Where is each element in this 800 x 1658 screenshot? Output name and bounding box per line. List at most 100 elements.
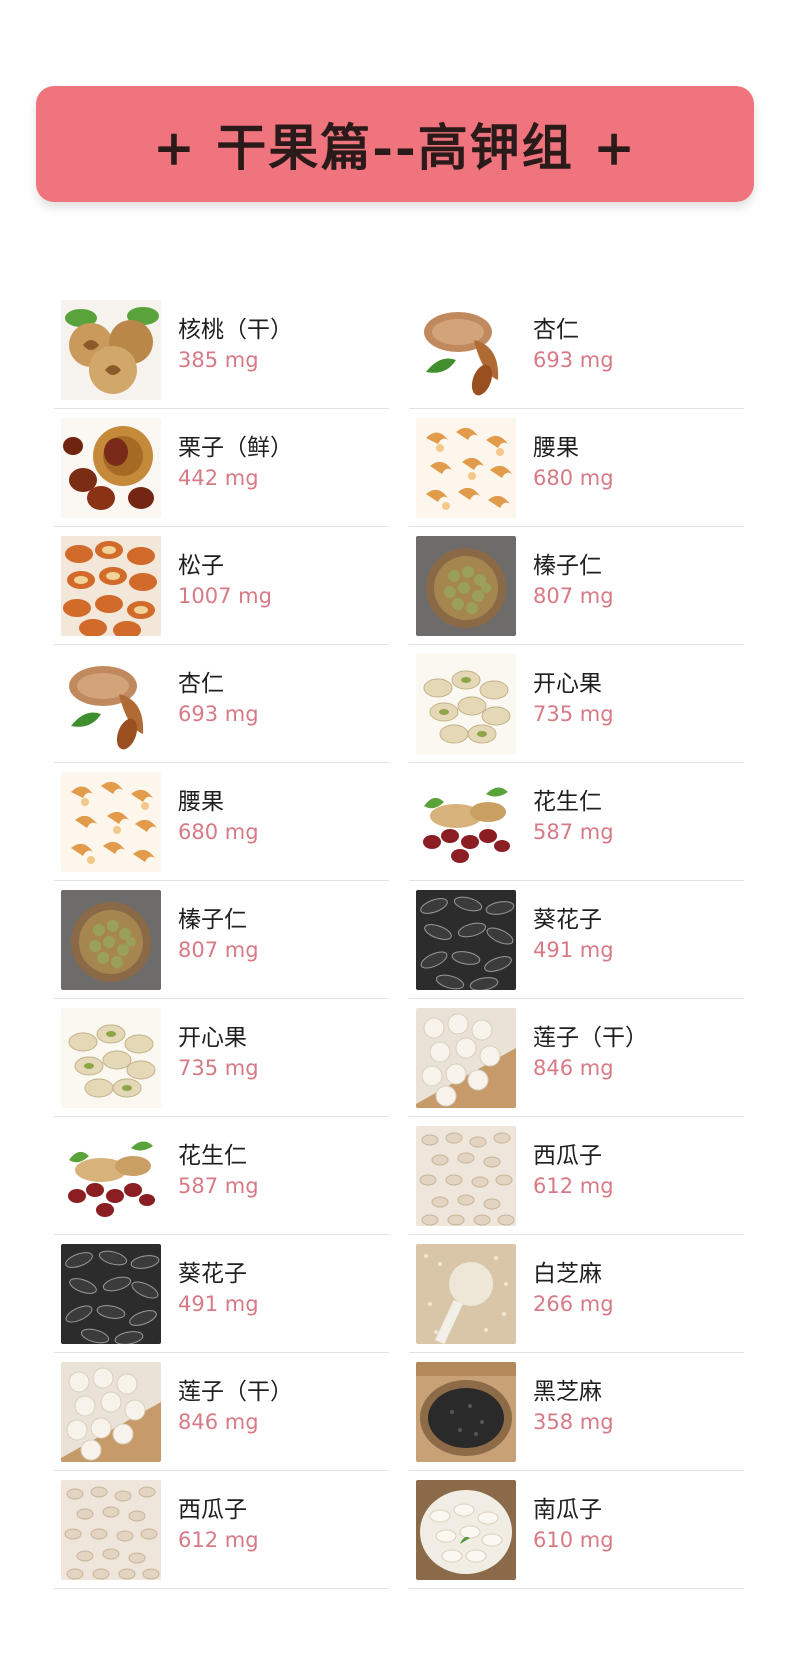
- list-item: 西瓜子 612 mg: [409, 1118, 744, 1235]
- item-name: 开心果: [533, 671, 602, 697]
- grid-row: 花生仁 587 mg 西瓜子 612 mg: [54, 1118, 744, 1236]
- item-name: 榛子仁: [178, 907, 247, 933]
- grid-row: 莲子（干） 846 mg 黑芝麻 358 mg: [54, 1354, 744, 1472]
- list-item: 西瓜子 612 mg: [54, 1472, 389, 1589]
- chestnut-icon: [61, 418, 161, 518]
- item-amount: 846 mg: [533, 1056, 614, 1080]
- lotus-seed-icon: [61, 1362, 161, 1462]
- peanut-icon: [416, 772, 516, 872]
- title-banner: + 干果篇--高钾组 +: [36, 86, 754, 202]
- item-name: 葵花子: [533, 907, 602, 933]
- list-item: 葵花子 491 mg: [409, 882, 744, 999]
- item-name: 葵花子: [178, 1261, 247, 1287]
- item-name: 杏仁: [533, 317, 579, 343]
- item-amount: 610 mg: [533, 1528, 614, 1552]
- item-amount: 358 mg: [533, 1410, 614, 1434]
- list-item: 莲子（干） 846 mg: [54, 1354, 389, 1471]
- grid-row: 葵花子 491 mg 白芝麻 266 mg: [54, 1236, 744, 1354]
- list-item: 榛子仁 807 mg: [409, 528, 744, 645]
- item-name: 松子: [178, 553, 224, 579]
- list-item: 榛子仁 807 mg: [54, 882, 389, 999]
- item-amount: 693 mg: [533, 348, 614, 372]
- item-name: 西瓜子: [533, 1143, 602, 1169]
- list-item: 白芝麻 266 mg: [409, 1236, 744, 1353]
- grid-row: 腰果 680 mg 花生仁 587 mg: [54, 764, 744, 882]
- peanut-icon: [61, 1126, 161, 1226]
- list-item: 杏仁 693 mg: [54, 646, 389, 763]
- item-amount: 807 mg: [533, 584, 614, 608]
- item-amount: 693 mg: [178, 702, 259, 726]
- item-amount: 735 mg: [533, 702, 614, 726]
- list-item: 莲子（干） 846 mg: [409, 1000, 744, 1117]
- cashew-icon: [416, 418, 516, 518]
- hazelnut-icon: [416, 536, 516, 636]
- list-item: 杏仁 693 mg: [409, 292, 744, 409]
- item-amount: 735 mg: [178, 1056, 259, 1080]
- pumpkin-seed-icon: [416, 1480, 516, 1580]
- watermelon-seed-icon: [416, 1126, 516, 1226]
- item-name: 花生仁: [178, 1143, 247, 1169]
- item-name: 杏仁: [178, 671, 224, 697]
- watermelon-seed-icon: [61, 1480, 161, 1580]
- page: + 干果篇--高钾组 + 核桃（干） 385 mg 杏仁 693 mg 栗子（鲜…: [0, 0, 800, 1658]
- item-amount: 846 mg: [178, 1410, 259, 1434]
- walnut-icon: [61, 300, 161, 400]
- pistachio-icon: [61, 1008, 161, 1108]
- item-name: 腰果: [533, 435, 579, 461]
- grid-row: 开心果 735 mg 莲子（干） 846 mg: [54, 1000, 744, 1118]
- list-item: 腰果 680 mg: [409, 410, 744, 527]
- hazelnut-icon: [61, 890, 161, 990]
- item-amount: 266 mg: [533, 1292, 614, 1316]
- item-amount: 442 mg: [178, 466, 259, 490]
- black-sesame-icon: [416, 1362, 516, 1462]
- pine-nut-icon: [61, 536, 161, 636]
- grid-row: 核桃（干） 385 mg 杏仁 693 mg: [54, 292, 744, 410]
- item-name: 南瓜子: [533, 1497, 602, 1523]
- item-name: 花生仁: [533, 789, 602, 815]
- item-amount: 680 mg: [533, 466, 614, 490]
- list-item: 开心果 735 mg: [409, 646, 744, 763]
- list-item: 核桃（干） 385 mg: [54, 292, 389, 409]
- item-name: 黑芝麻: [533, 1379, 602, 1405]
- sunflower-seed-icon: [61, 1244, 161, 1344]
- grid-row: 松子 1007 mg 榛子仁 807 mg: [54, 528, 744, 646]
- item-amount: 612 mg: [533, 1174, 614, 1198]
- item-amount: 491 mg: [533, 938, 614, 962]
- item-amount: 385 mg: [178, 348, 259, 372]
- item-name: 莲子（干）: [178, 1379, 293, 1405]
- almond-icon: [416, 300, 516, 400]
- lotus-seed-icon: [416, 1008, 516, 1108]
- nut-grid: 核桃（干） 385 mg 杏仁 693 mg 栗子（鲜） 442 mg 腰果 6…: [54, 292, 744, 1590]
- item-name: 核桃（干）: [178, 317, 293, 343]
- list-item: 黑芝麻 358 mg: [409, 1354, 744, 1471]
- grid-row: 栗子（鲜） 442 mg 腰果 680 mg: [54, 410, 744, 528]
- item-name: 腰果: [178, 789, 224, 815]
- list-item: 松子 1007 mg: [54, 528, 389, 645]
- item-amount: 807 mg: [178, 938, 259, 962]
- grid-row: 杏仁 693 mg 开心果 735 mg: [54, 646, 744, 764]
- list-item: 葵花子 491 mg: [54, 1236, 389, 1353]
- list-item: 南瓜子 610 mg: [409, 1472, 744, 1589]
- item-name: 白芝麻: [533, 1261, 602, 1287]
- item-name: 栗子（鲜）: [178, 435, 293, 461]
- white-sesame-icon: [416, 1244, 516, 1344]
- item-name: 莲子（干）: [533, 1025, 648, 1051]
- item-amount: 587 mg: [533, 820, 614, 844]
- pistachio-icon: [416, 654, 516, 754]
- list-item: 栗子（鲜） 442 mg: [54, 410, 389, 527]
- banner-title: + 干果篇--高钾组 +: [152, 118, 638, 177]
- item-amount: 491 mg: [178, 1292, 259, 1316]
- cashew-icon: [61, 772, 161, 872]
- sunflower-seed-icon: [416, 890, 516, 990]
- item-name: 榛子仁: [533, 553, 602, 579]
- item-name: 开心果: [178, 1025, 247, 1051]
- list-item: 腰果 680 mg: [54, 764, 389, 881]
- grid-row: 西瓜子 612 mg 南瓜子 610 mg: [54, 1472, 744, 1590]
- list-item: 花生仁 587 mg: [409, 764, 744, 881]
- almond-icon: [61, 654, 161, 754]
- item-name: 西瓜子: [178, 1497, 247, 1523]
- item-amount: 612 mg: [178, 1528, 259, 1552]
- grid-row: 榛子仁 807 mg 葵花子 491 mg: [54, 882, 744, 1000]
- item-amount: 587 mg: [178, 1174, 259, 1198]
- list-item: 花生仁 587 mg: [54, 1118, 389, 1235]
